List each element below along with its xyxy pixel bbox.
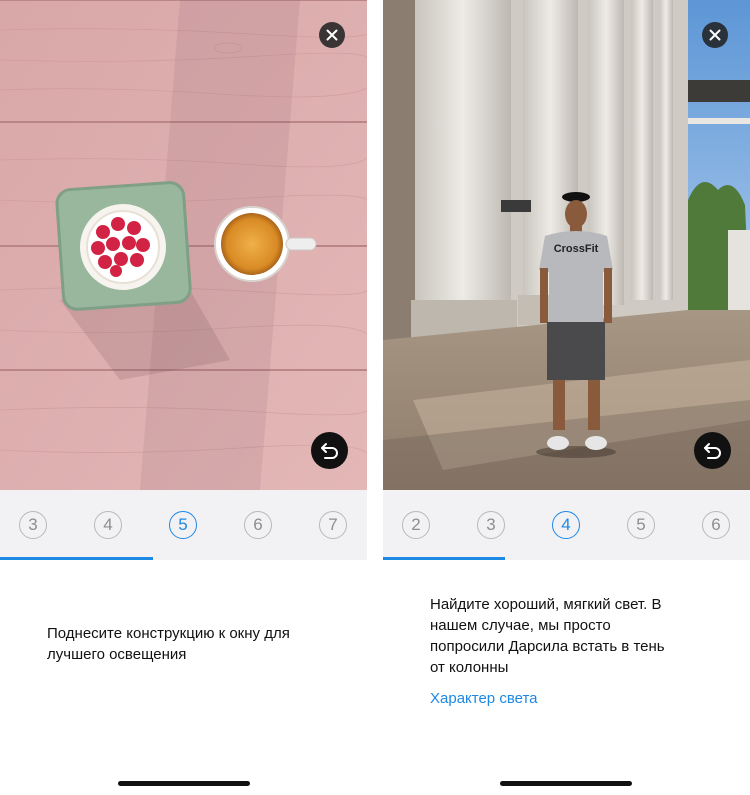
step-button[interactable]: 6: [702, 511, 730, 539]
screen-lighting-step-5: 3 4 5 6 7 Поднесите конструкцию к окну д…: [0, 0, 367, 795]
step-button[interactable]: 6: [244, 511, 272, 539]
step-selector: 2 3 4 5 6: [383, 490, 750, 560]
undo-button[interactable]: [694, 432, 731, 469]
step-button[interactable]: 3: [477, 511, 505, 539]
home-indicator: [500, 781, 632, 786]
step-button[interactable]: 3: [19, 511, 47, 539]
step-selector: 3 4 5 6 7: [0, 490, 367, 560]
close-button[interactable]: [702, 22, 728, 48]
photo-dessert-and-coffee: [0, 0, 367, 490]
close-button[interactable]: [319, 22, 345, 48]
step-button[interactable]: 4: [94, 511, 122, 539]
photo-man-by-columns: CrossFit: [383, 0, 750, 490]
step-description: Поднесите конструкцию к окну для лучшего…: [47, 625, 290, 663]
step-description: Найдите хороший, мягкий свет. В нашем сл…: [430, 596, 665, 676]
step-button[interactable]: 2: [402, 511, 430, 539]
step-progress-indicator: [383, 557, 505, 560]
close-icon: [326, 29, 338, 41]
undo-icon: [704, 443, 721, 459]
screen-lighting-step-4: CrossFit 2 3 4 5 6 Найдите хороший, мягк…: [383, 0, 750, 795]
screen-divider: [367, 0, 383, 795]
close-icon: [709, 29, 721, 41]
step-button-active[interactable]: 4: [552, 511, 580, 539]
step-button-active[interactable]: 5: [169, 511, 197, 539]
step-progress-indicator: [0, 557, 153, 560]
step-button[interactable]: 7: [319, 511, 347, 539]
shirt-logo-text: CrossFit: [554, 243, 599, 255]
home-indicator: [118, 781, 250, 786]
light-character-link[interactable]: Характер света: [430, 690, 538, 707]
undo-button[interactable]: [311, 432, 348, 469]
step-button[interactable]: 5: [627, 511, 655, 539]
undo-icon: [321, 443, 338, 459]
